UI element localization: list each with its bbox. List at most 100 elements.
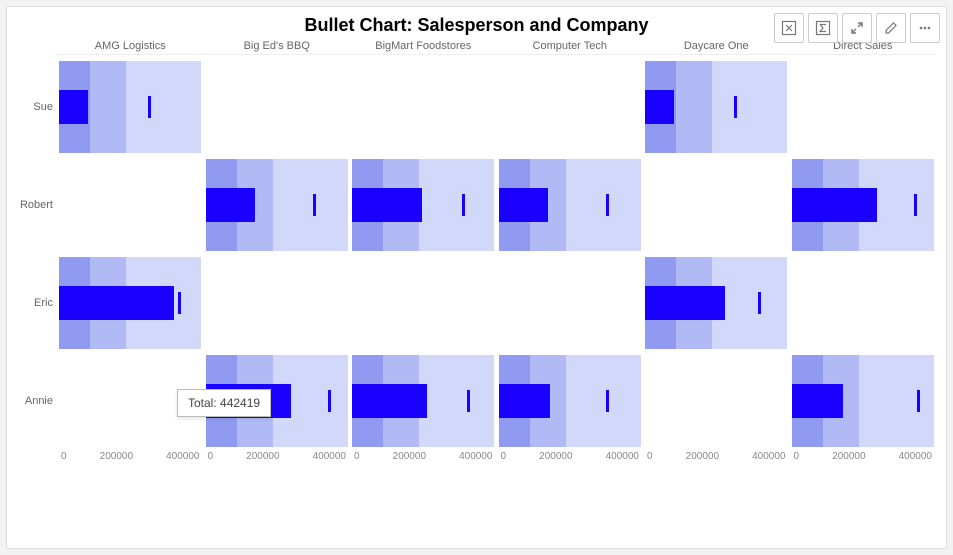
axis-tick: 0	[354, 451, 360, 462]
bullet-band	[126, 61, 201, 153]
axis-tick: 200000	[539, 451, 572, 462]
sigma-box-icon	[815, 20, 831, 36]
axis-cell: 0 200000 400000	[352, 451, 495, 462]
bullet-cell[interactable]	[352, 257, 495, 349]
edit-button[interactable]	[876, 13, 906, 43]
chart-row: Annie	[17, 355, 936, 447]
bullet-cell[interactable]	[792, 355, 935, 447]
bullet-cell[interactable]	[499, 159, 642, 251]
bullet-band	[273, 159, 348, 251]
bullet-cell[interactable]	[59, 61, 202, 153]
bullet-target	[178, 292, 181, 314]
axis-tick: 400000	[606, 451, 639, 462]
bullet-cell[interactable]	[645, 355, 788, 447]
axis-tick: 400000	[899, 451, 932, 462]
bullet-cell[interactable]	[499, 61, 642, 153]
expand-icon	[849, 20, 865, 36]
bullet-target	[606, 390, 609, 412]
bullet-target	[328, 390, 331, 412]
axis-tick: 200000	[686, 451, 719, 462]
column-header: Daycare One	[643, 40, 790, 52]
bullet-cell[interactable]	[206, 257, 349, 349]
more-button[interactable]	[910, 13, 940, 43]
column-header: Big Ed's BBQ	[204, 40, 351, 52]
row-cells	[57, 159, 936, 251]
bullet-bar	[352, 384, 427, 417]
axis-tick: 400000	[166, 451, 199, 462]
axis-tick: 0	[501, 451, 507, 462]
axis-cell: 0200000400000	[59, 451, 202, 462]
bullet-band	[859, 355, 934, 447]
bullet-bar	[59, 286, 174, 319]
bullet-target	[313, 194, 316, 216]
tooltip-label: Total: 442419	[188, 396, 260, 410]
bullet-cell[interactable]	[352, 61, 495, 153]
chart-card: Bullet Chart: Salesperson and Company AM…	[6, 6, 947, 549]
axis-tick: 0	[794, 451, 800, 462]
bullet-target	[467, 390, 470, 412]
row-cells	[57, 257, 936, 349]
bullet-cell[interactable]	[645, 159, 788, 251]
axis-cell: 0200000400000	[792, 451, 935, 462]
bullet-cell[interactable]	[206, 159, 349, 251]
axis-cell: 0200000400000	[645, 451, 788, 462]
formula-button[interactable]	[808, 13, 838, 43]
bullet-bar	[59, 90, 88, 123]
chart-row: Eric	[17, 257, 936, 349]
bullet-cell[interactable]	[645, 61, 788, 153]
bullet-band	[566, 159, 641, 251]
toolbar	[774, 13, 940, 43]
bullet-bar	[206, 188, 255, 221]
bullet-bar	[792, 384, 844, 417]
bullet-bar	[645, 286, 725, 319]
column-header: BigMart Foodstores	[350, 40, 497, 52]
chart-body: AMG LogisticsBig Ed's BBQBigMart Foodsto…	[7, 40, 946, 470]
axis-tick: 0	[208, 451, 214, 462]
bullet-band	[419, 355, 494, 447]
chart-row: Robert	[17, 159, 936, 251]
bullet-target	[758, 292, 761, 314]
expand-button[interactable]	[842, 13, 872, 43]
pencil-icon	[883, 20, 899, 36]
bullet-cell[interactable]	[59, 257, 202, 349]
bullet-bar	[645, 90, 674, 123]
row-label: Sue	[17, 101, 57, 113]
bullet-cell[interactable]	[645, 257, 788, 349]
axis-cell: 0 200000 400000	[499, 451, 642, 462]
bullet-cell[interactable]	[206, 61, 349, 153]
row-label: Eric	[17, 297, 57, 309]
bullet-bar	[499, 384, 551, 417]
bullet-target	[462, 194, 465, 216]
axis-row: 0 200000 400000 0 200000 400000 0 200000 400000 0…	[57, 451, 936, 462]
axis-cell: 0 200000 400000	[206, 451, 349, 462]
chart-row: Sue	[17, 61, 936, 153]
bullet-band	[566, 355, 641, 447]
ellipsis-icon	[917, 20, 933, 36]
row-label: Robert	[17, 199, 57, 211]
axis-tick: 400000	[459, 451, 492, 462]
bullet-cell[interactable]	[59, 159, 202, 251]
axis-tick: 200000	[393, 451, 426, 462]
axis-tick: 200000	[100, 451, 133, 462]
x-box-icon	[781, 20, 797, 36]
bullet-cell[interactable]	[792, 159, 935, 251]
row-label: Annie	[17, 395, 57, 407]
tooltip: Total: 442419	[177, 389, 271, 417]
rows-container: Sue Robert Eric Annie	[17, 61, 936, 447]
bullet-cell[interactable]	[792, 257, 935, 349]
axis-tick: 400000	[313, 451, 346, 462]
bullet-cell[interactable]	[499, 355, 642, 447]
bullet-cell[interactable]	[792, 61, 935, 153]
bullet-band	[676, 61, 712, 153]
bullet-bar	[792, 188, 878, 221]
bullet-cell[interactable]	[499, 257, 642, 349]
column-header: AMG Logistics	[57, 40, 204, 52]
bullet-band	[712, 61, 787, 153]
column-header: Computer Tech	[497, 40, 644, 52]
axis-tick: 200000	[246, 451, 279, 462]
bullet-cell[interactable]	[352, 159, 495, 251]
bullet-cell[interactable]	[352, 355, 495, 447]
row-cells	[57, 61, 936, 153]
bullet-band	[419, 159, 494, 251]
remove-button[interactable]	[774, 13, 804, 43]
